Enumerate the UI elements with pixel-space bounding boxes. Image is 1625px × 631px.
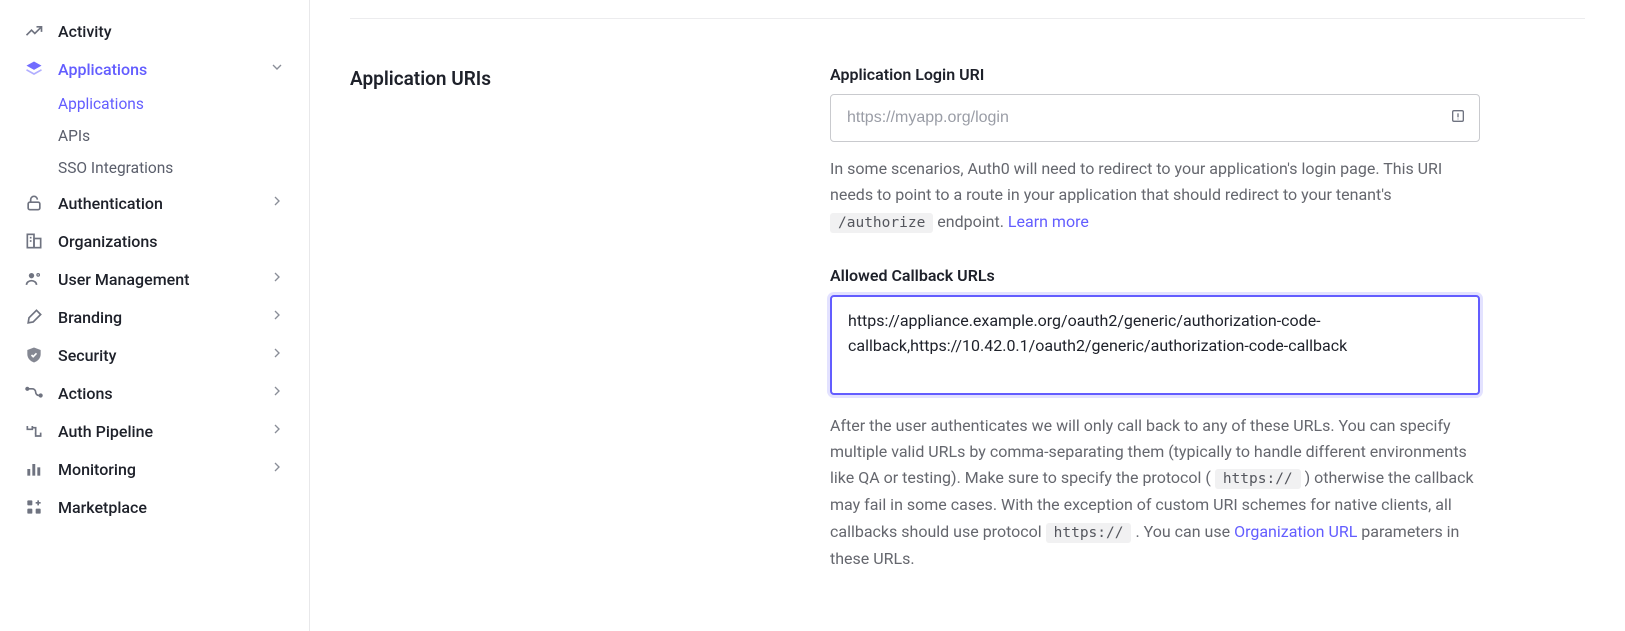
organization-url-link[interactable]: Organization URL bbox=[1234, 522, 1357, 541]
sidebar-item-label: Monitoring bbox=[58, 460, 136, 479]
sidebar-item-label: Applications bbox=[58, 60, 147, 79]
sidebar-subitem-label: SSO Integrations bbox=[58, 159, 173, 177]
sidebar-item-label: Authentication bbox=[58, 194, 163, 213]
sidebar-item-authentication[interactable]: Authentication bbox=[0, 184, 309, 222]
login-uri-input[interactable] bbox=[830, 94, 1480, 142]
callback-urls-help: After the user authenticates we will onl… bbox=[830, 413, 1480, 572]
field-callback-urls: Allowed Callback URLs After the user aut… bbox=[830, 266, 1480, 572]
code-https1: https:// bbox=[1215, 469, 1301, 489]
sidebar-subitem-sso[interactable]: SSO Integrations bbox=[0, 152, 309, 184]
sidebar-item-label: Auth Pipeline bbox=[58, 422, 153, 441]
sidebar-item-label: User Management bbox=[58, 270, 189, 289]
chevron-right-icon bbox=[269, 345, 285, 365]
sidebar-item-label: Activity bbox=[58, 22, 112, 41]
pipeline-icon bbox=[24, 421, 44, 441]
building-icon bbox=[24, 231, 44, 251]
sidebar-item-auth-pipeline[interactable]: Auth Pipeline bbox=[0, 412, 309, 450]
sidebar-item-activity[interactable]: Activity bbox=[0, 12, 309, 50]
bar-chart-icon bbox=[24, 459, 44, 479]
sidebar-item-security[interactable]: Security bbox=[0, 336, 309, 374]
code-https2: https:// bbox=[1046, 523, 1132, 543]
sidebar-subitem-apis[interactable]: APIs bbox=[0, 120, 309, 152]
sidebar-item-label: Marketplace bbox=[58, 498, 147, 517]
sidebar-item-monitoring[interactable]: Monitoring bbox=[0, 450, 309, 488]
sidebar-item-branding[interactable]: Branding bbox=[0, 298, 309, 336]
sidebar-item-applications[interactable]: Applications bbox=[0, 50, 309, 88]
sidebar-item-user-management[interactable]: User Management bbox=[0, 260, 309, 298]
sidebar-subitem-label: Applications bbox=[58, 95, 144, 113]
section-divider bbox=[350, 18, 1585, 19]
callback-urls-label: Allowed Callback URLs bbox=[830, 266, 1480, 285]
users-icon bbox=[24, 269, 44, 289]
chevron-right-icon bbox=[269, 421, 285, 441]
sidebar-item-label: Branding bbox=[58, 308, 122, 327]
chevron-right-icon bbox=[269, 459, 285, 479]
sidebar-item-label: Organizations bbox=[58, 232, 158, 251]
login-uri-help: In some scenarios, Auth0 will need to re… bbox=[830, 156, 1480, 236]
chevron-right-icon bbox=[269, 307, 285, 327]
main-content: Application URIs Application Login URI I… bbox=[310, 0, 1625, 631]
login-uri-label: Application Login URI bbox=[830, 65, 1480, 84]
grid-plus-icon bbox=[24, 497, 44, 517]
sidebar: Activity Applications Applications APIs … bbox=[0, 0, 310, 631]
field-login-uri: Application Login URI In some scenarios,… bbox=[830, 65, 1480, 236]
sidebar-subitem-label: APIs bbox=[58, 127, 90, 145]
chevron-right-icon bbox=[269, 269, 285, 289]
sidebar-item-label: Actions bbox=[58, 384, 113, 403]
learn-more-link[interactable]: Learn more bbox=[1008, 212, 1089, 231]
sidebar-item-organizations[interactable]: Organizations bbox=[0, 222, 309, 260]
shield-icon bbox=[24, 345, 44, 365]
activity-icon bbox=[24, 21, 44, 41]
sidebar-item-actions[interactable]: Actions bbox=[0, 374, 309, 412]
callback-urls-input[interactable] bbox=[830, 295, 1480, 395]
chevron-down-icon bbox=[269, 59, 285, 79]
flow-icon bbox=[24, 383, 44, 403]
chevron-right-icon bbox=[269, 193, 285, 213]
chevron-right-icon bbox=[269, 383, 285, 403]
section-title: Application URIs bbox=[350, 65, 830, 602]
sidebar-item-marketplace[interactable]: Marketplace bbox=[0, 488, 309, 526]
sidebar-subitem-applications[interactable]: Applications bbox=[0, 88, 309, 120]
sidebar-item-label: Security bbox=[58, 346, 116, 365]
input-autofill-icon bbox=[1450, 108, 1466, 128]
code-authorize: /authorize bbox=[830, 213, 933, 233]
lock-icon bbox=[24, 193, 44, 213]
form-column: Application Login URI In some scenarios,… bbox=[830, 65, 1480, 602]
brush-icon bbox=[24, 307, 44, 327]
layers-icon bbox=[24, 59, 44, 79]
